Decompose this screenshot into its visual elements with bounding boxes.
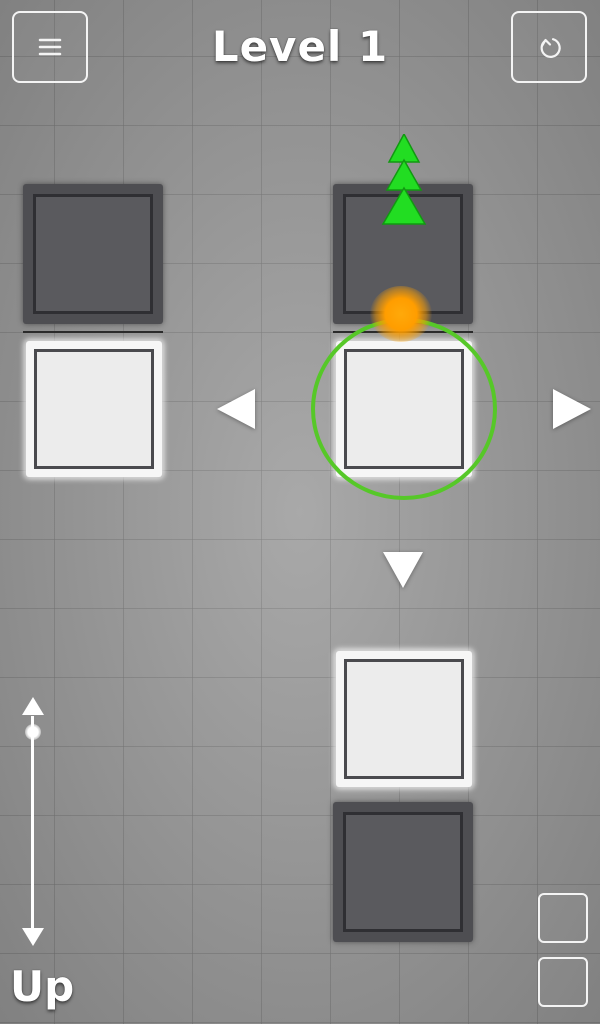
direction-slider-knob[interactable] bbox=[25, 724, 41, 740]
tile-top-left bbox=[23, 184, 163, 324]
direction-label: Up bbox=[10, 962, 75, 1011]
move-down-arrow-icon[interactable] bbox=[383, 552, 423, 588]
level-title: Level 1 bbox=[211, 22, 389, 71]
restart-button[interactable] bbox=[511, 11, 587, 83]
move-left-arrow-icon[interactable] bbox=[217, 389, 255, 429]
green-tree-icon bbox=[381, 134, 427, 225]
restart-icon bbox=[540, 38, 561, 58]
direction-slider-track[interactable] bbox=[31, 716, 34, 930]
selection-ring bbox=[311, 318, 497, 500]
orange-glow-ball[interactable] bbox=[370, 286, 432, 342]
side-button-2[interactable] bbox=[538, 957, 588, 1007]
slider-down-arrow-icon[interactable] bbox=[22, 928, 44, 946]
tile-bottom-right bbox=[333, 802, 473, 942]
slider-up-arrow-icon[interactable] bbox=[22, 697, 44, 715]
move-right-arrow-icon[interactable] bbox=[553, 389, 591, 429]
tile-lower-right bbox=[336, 651, 472, 787]
side-button-1[interactable] bbox=[538, 893, 588, 943]
tile-middle-left bbox=[26, 341, 162, 477]
background-vignette bbox=[0, 0, 600, 1024]
tile-ledge-left bbox=[23, 331, 163, 333]
